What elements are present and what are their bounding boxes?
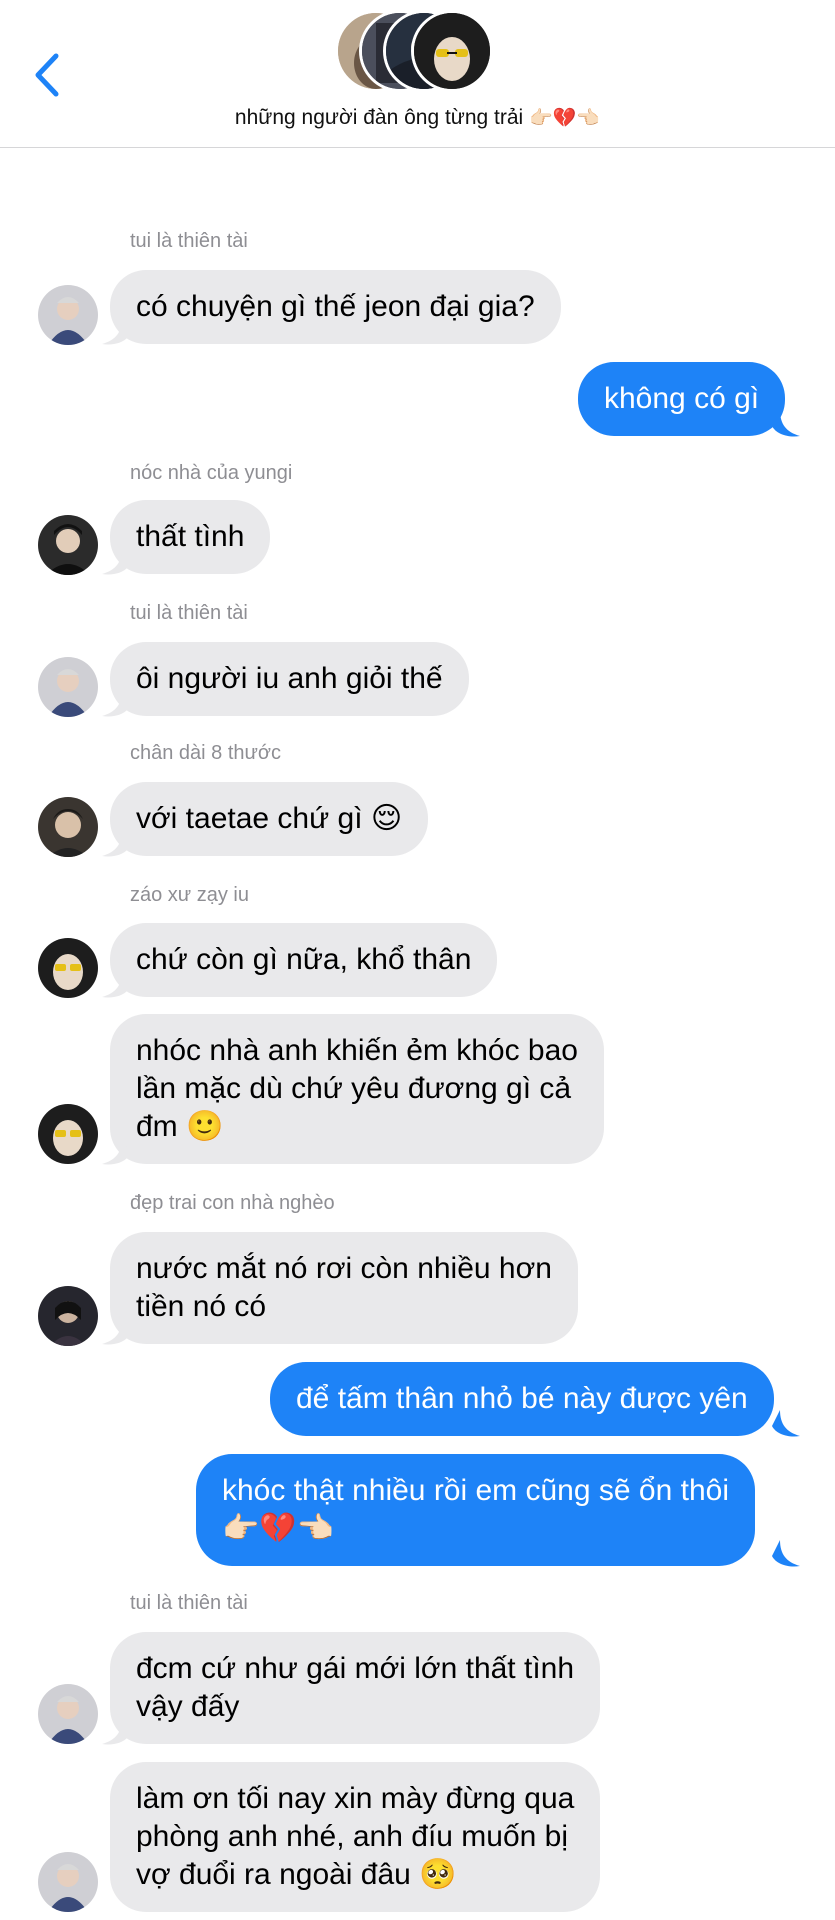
chevron-left-icon[interactable] bbox=[30, 50, 64, 100]
message-bubble-outgoing[interactable]: để tấm thân nhỏ bé này được yên bbox=[270, 1362, 774, 1436]
bubble-tail bbox=[772, 410, 800, 437]
group-title-emoji: 👉🏻💔👈🏻 bbox=[529, 107, 601, 129]
bubble-tail bbox=[102, 690, 130, 717]
message-bubble-outgoing[interactable]: không có gì bbox=[578, 362, 786, 436]
message-bubble-incoming[interactable]: làm ơn tối nay xin mày đừng qua phòng an… bbox=[110, 1762, 601, 1912]
bubble-tail bbox=[102, 1138, 130, 1165]
bubble-tail bbox=[102, 1318, 130, 1345]
bubble-tail bbox=[102, 971, 130, 998]
message-bubble-incoming[interactable]: ôi người iu anh giỏi thế bbox=[110, 642, 469, 716]
sender-name: tui là thiên tài bbox=[130, 1592, 248, 1614]
sender-name: tui là thiên tài bbox=[130, 230, 248, 252]
avatar[interactable] bbox=[38, 1684, 98, 1744]
message-bubble-incoming[interactable]: có chuyện gì thế jeon đại gia? bbox=[110, 270, 561, 344]
bubble-tail bbox=[772, 1410, 800, 1437]
group-title[interactable]: những người đàn ông từng trải 👉🏻💔👈🏻 bbox=[0, 106, 835, 130]
avatar[interactable] bbox=[38, 938, 98, 998]
sender-name: tui là thiên tài bbox=[130, 602, 248, 624]
message-bubble-incoming[interactable]: đcm cứ như gái mới lớn thất tình vậy đấy bbox=[110, 1632, 601, 1744]
bubble-tail bbox=[102, 318, 130, 345]
conversation-header: những người đàn ông từng trải 👉🏻💔👈🏻 bbox=[0, 0, 835, 148]
sender-name: chân dài 8 thước bbox=[130, 742, 282, 764]
bubble-tail bbox=[772, 1540, 800, 1567]
avatar[interactable] bbox=[38, 797, 98, 857]
message-bubble-incoming[interactable]: nhóc nhà anh khiến ẻm khóc bao lần mặc d… bbox=[110, 1014, 604, 1164]
avatar[interactable] bbox=[38, 1286, 98, 1346]
avatar[interactable] bbox=[38, 657, 98, 717]
message-bubble-outgoing[interactable]: khóc thật nhiều rồi em cũng sẽ ổn thôi 👉… bbox=[196, 1454, 755, 1566]
avatar[interactable] bbox=[38, 1104, 98, 1164]
avatar[interactable] bbox=[38, 1852, 98, 1912]
group-title-text: những người đàn ông từng trải bbox=[234, 106, 524, 129]
message-bubble-incoming[interactable]: với taetae chứ gì 😌 bbox=[110, 782, 429, 856]
message-bubble-incoming[interactable]: nước mắt nó rơi còn nhiều hơn tiền nó có bbox=[110, 1232, 578, 1344]
bubble-tail bbox=[102, 830, 130, 857]
avatar[interactable] bbox=[38, 285, 98, 345]
group-avatar-stack[interactable] bbox=[335, 10, 505, 96]
message-bubble-incoming[interactable]: chứ còn gì nữa, khổ thân bbox=[110, 923, 498, 997]
sender-name: nóc nhà của yungi bbox=[130, 462, 293, 484]
bubble-tail bbox=[102, 1718, 130, 1745]
sender-name: záo xư zạy iu bbox=[130, 884, 249, 906]
bubble-tail bbox=[102, 548, 130, 575]
avatar[interactable] bbox=[38, 515, 98, 575]
message-bubble-incoming[interactable]: thất tình bbox=[110, 500, 271, 574]
group-member-avatar bbox=[411, 10, 493, 92]
sender-name: đẹp trai con nhà nghèo bbox=[130, 1192, 335, 1214]
